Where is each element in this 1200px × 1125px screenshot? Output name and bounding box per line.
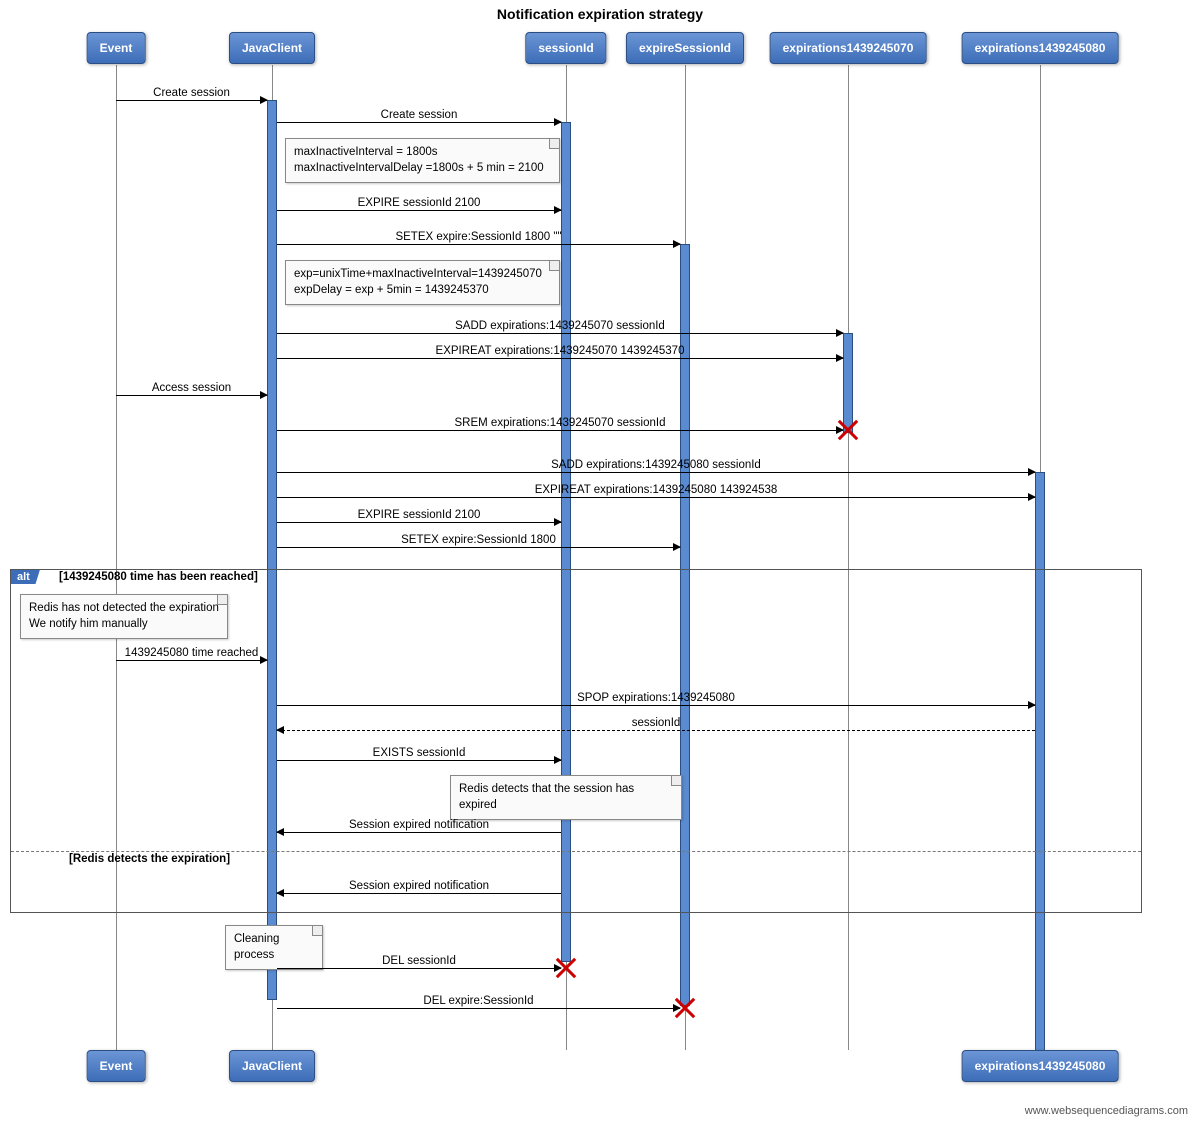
msg-expired-notif-1: Session expired notification	[277, 832, 561, 833]
destroy-icon	[837, 419, 859, 441]
alt-condition-2: [Redis detects the expiration]	[69, 853, 230, 865]
note-line1: Redis has not detected the expiration	[29, 602, 219, 614]
msg-del-sessionid: DEL sessionId	[277, 968, 561, 969]
alt-condition-1: [1439245080 time has been reached]	[59, 571, 258, 583]
destroy-icon	[674, 997, 696, 1019]
msg-del-expiresessionid: DEL expire:SessionId	[277, 1008, 680, 1009]
note-line2: maxInactiveIntervalDelay =1800s + 5 min …	[294, 162, 544, 174]
participant-javaclient-bottom: JavaClient	[229, 1050, 315, 1082]
note-exp-delay: exp=unixTime+maxInactiveInterval=1439245…	[285, 260, 560, 305]
msg-label: SADD expirations:1439245080 sessionId	[277, 459, 1035, 471]
msg-label: SADD expirations:1439245070 sessionId	[277, 320, 843, 332]
msg-label: 1439245080 time reached	[116, 647, 267, 659]
note-text: Cleaning process	[234, 933, 279, 961]
msg-label: Create session	[116, 87, 267, 99]
note-line2: expDelay = exp + 5min = 1439245370	[294, 284, 489, 296]
destroy-icon	[555, 957, 577, 979]
participant-expiresessionid-top: expireSessionId	[626, 32, 744, 64]
msg-access-session: Access session	[116, 395, 267, 396]
msg-sadd-80: SADD expirations:1439245080 sessionId	[277, 472, 1035, 473]
msg-label: SPOP expirations:1439245080	[277, 692, 1035, 704]
msg-label: EXPIREAT expirations:1439245080 14392453…	[277, 484, 1035, 496]
note-line1: exp=unixTime+maxInactiveInterval=1439245…	[294, 268, 542, 280]
participant-event-top: Event	[87, 32, 146, 64]
msg-setex-1800: SETEX expire:SessionId 1800 ""	[277, 244, 680, 245]
msg-expireat-80: EXPIREAT expirations:1439245080 14392453…	[277, 497, 1035, 498]
activation-exp70	[843, 333, 853, 433]
participant-sessionid-top: sessionId	[525, 32, 606, 64]
participant-exp70-top: expirations1439245070	[770, 32, 927, 64]
note-redis-detect-expired: Redis detects that the session has expir…	[450, 775, 682, 820]
msg-label: SREM expirations:1439245070 sessionId	[277, 417, 843, 429]
note-max-inactive: maxInactiveInterval = 1800s maxInactiveI…	[285, 138, 560, 183]
msg-label: EXPIRE sessionId 2100	[277, 509, 561, 521]
diagram-title: Notification expiration strategy	[0, 6, 1200, 22]
msg-label: Session expired notification	[277, 819, 561, 831]
msg-label: EXPIREAT expirations:1439245070 14392453…	[277, 345, 843, 357]
participant-javaclient-top: JavaClient	[229, 32, 315, 64]
msg-label: SETEX expire:SessionId 1800	[277, 534, 680, 546]
msg-spop-80: SPOP expirations:1439245080	[277, 705, 1035, 706]
msg-srem-70: SREM expirations:1439245070 sessionId	[277, 430, 843, 431]
note-text: Redis detects that the session has expir…	[459, 783, 634, 811]
participant-event-bottom: Event	[87, 1050, 146, 1082]
msg-time-reached: 1439245080 time reached	[116, 660, 267, 661]
msg-label: Session expired notification	[277, 880, 561, 892]
participant-exp80-bottom: expirations1439245080	[962, 1050, 1119, 1082]
msg-spop-return: sessionId	[277, 730, 1035, 731]
note-line1: maxInactiveInterval = 1800s	[294, 146, 438, 158]
msg-label: EXPIRE sessionId 2100	[277, 197, 561, 209]
msg-label: DEL expire:SessionId	[277, 995, 680, 1007]
msg-sadd-70: SADD expirations:1439245070 sessionId	[277, 333, 843, 334]
footer-attribution: www.websequencediagrams.com	[1025, 1105, 1188, 1117]
msg-label: EXISTS sessionId	[277, 747, 561, 759]
note-redis-manual: Redis has not detected the expiration We…	[20, 594, 228, 639]
msg-label: Create session	[277, 109, 561, 121]
msg-expired-notif-2: Session expired notification	[277, 893, 561, 894]
msg-create-session-1: Create session	[116, 100, 267, 101]
participant-exp80-top: expirations1439245080	[962, 32, 1119, 64]
msg-expireat-70: EXPIREAT expirations:1439245070 14392453…	[277, 358, 843, 359]
alt-divider	[11, 851, 1141, 852]
msg-label: DEL sessionId	[277, 955, 561, 967]
note-line2: We notify him manually	[29, 618, 148, 630]
sequence-diagram-canvas: Notification expiration strategy Event J…	[0, 0, 1200, 1125]
msg-expire-sessionid-2100: EXPIRE sessionId 2100	[277, 210, 561, 211]
msg-setex-1800-b: SETEX expire:SessionId 1800	[277, 547, 680, 548]
msg-create-session-2: Create session	[277, 122, 561, 123]
msg-label: SETEX expire:SessionId 1800 ""	[277, 231, 680, 243]
msg-exists-sessionid: EXISTS sessionId	[277, 760, 561, 761]
alt-tag: alt	[11, 570, 40, 584]
msg-label: sessionId	[277, 717, 1035, 729]
msg-expire-sessionid-2100-b: EXPIRE sessionId 2100	[277, 522, 561, 523]
msg-label: Access session	[116, 382, 267, 394]
